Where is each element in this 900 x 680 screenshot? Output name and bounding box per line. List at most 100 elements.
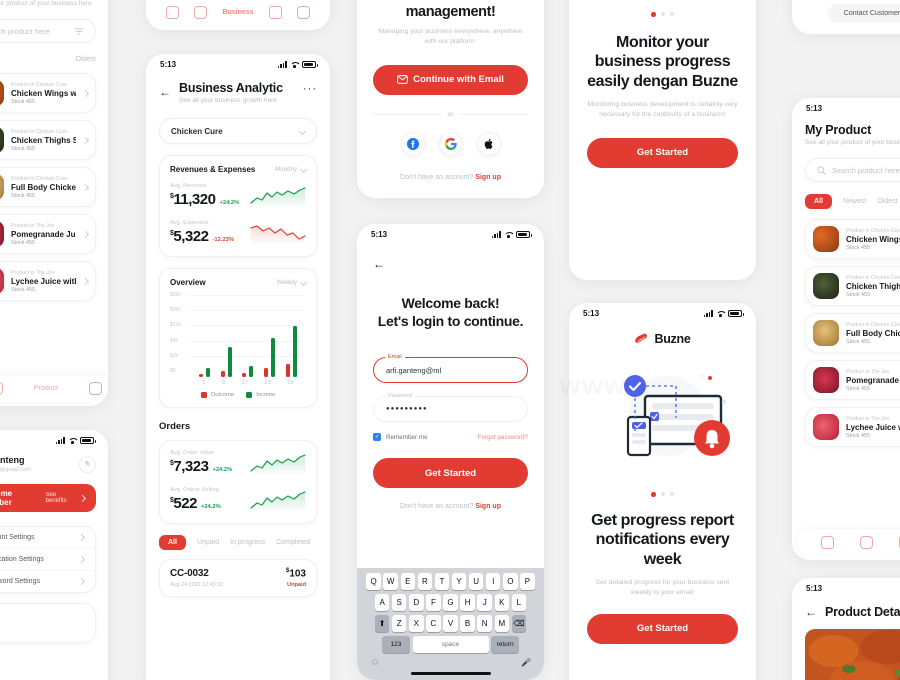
tab-oldest[interactable]: Oldest bbox=[76, 56, 96, 63]
key-j[interactable]: J bbox=[477, 594, 492, 611]
product-tab-newest[interactable]: Newest bbox=[843, 198, 866, 205]
space-key[interactable]: space bbox=[412, 636, 489, 653]
product-list-item[interactable]: Product in Chicken CureFull Body Chicken… bbox=[0, 167, 96, 207]
key-o[interactable]: O bbox=[503, 573, 518, 590]
chevron-right-icon[interactable] bbox=[81, 277, 90, 285]
signup-link[interactable]: Sign up bbox=[475, 174, 501, 181]
search-input[interactable]: Search product here bbox=[0, 19, 96, 43]
login-signup-link[interactable]: Sign up bbox=[475, 503, 501, 510]
key-i[interactable]: I bbox=[485, 573, 501, 590]
nav-label-business[interactable]: Business bbox=[222, 9, 253, 16]
key-k[interactable]: K bbox=[494, 594, 510, 611]
briefcase-icon[interactable] bbox=[0, 382, 3, 395]
get-started-button[interactable]: Get Started bbox=[587, 137, 738, 168]
order-tab-all[interactable]: All bbox=[159, 535, 186, 550]
key-f[interactable]: F bbox=[426, 594, 441, 611]
key-e[interactable]: E bbox=[400, 573, 416, 590]
key-u[interactable]: U bbox=[468, 573, 484, 590]
revenue-period-dropdown[interactable]: Monthly bbox=[275, 165, 308, 174]
remember-me-checkbox[interactable]: ✓ Remember me bbox=[373, 433, 428, 441]
search-input[interactable]: Search product here bbox=[805, 158, 900, 182]
get-started-button[interactable]: Get Started bbox=[587, 613, 738, 644]
virtual-keyboard[interactable]: QWERTYUIOP ASDFGHJKL ⬆ ZXCVBNM ⌫ 123 spa… bbox=[357, 568, 544, 680]
product-list-item[interactable]: Product in Chicken CureFull Body Chicken… bbox=[805, 313, 900, 353]
product-list-item[interactable]: Product in Chicken CureChicken Thighs So… bbox=[805, 266, 900, 306]
business-selector[interactable]: Chicken Cure bbox=[159, 118, 317, 144]
product-list-item[interactable]: Product in The JosLychee Juice with Oran… bbox=[805, 407, 900, 447]
backspace-key[interactable]: ⌫ bbox=[511, 615, 527, 632]
product-tabs[interactable]: Oldest bbox=[0, 56, 96, 63]
member-banner[interactable]: Become Member See benefits bbox=[0, 484, 96, 512]
apple-icon[interactable] bbox=[476, 131, 501, 156]
order-tab-completed[interactable]: Completed bbox=[276, 539, 310, 546]
key-q[interactable]: Q bbox=[366, 573, 381, 590]
analytics-icon[interactable] bbox=[194, 6, 208, 19]
key-r[interactable]: R bbox=[417, 573, 433, 590]
keyboard-row-1[interactable]: QWERTYUIOP bbox=[360, 573, 541, 590]
product-tab-all[interactable]: All bbox=[805, 194, 832, 209]
edit-icon[interactable]: ✎ bbox=[79, 455, 96, 473]
social-login-row[interactable] bbox=[373, 131, 528, 156]
product-list-item[interactable]: Product in The JosLychee Juice with Oran… bbox=[0, 261, 96, 301]
chevron-right-icon[interactable] bbox=[77, 577, 86, 586]
profile-icon[interactable] bbox=[89, 382, 103, 395]
top-nav[interactable]: Business bbox=[146, 0, 330, 25]
filter-icon[interactable] bbox=[74, 27, 84, 36]
key-n[interactable]: N bbox=[477, 615, 492, 632]
chevron-right-icon[interactable] bbox=[81, 89, 90, 97]
chevron-right-icon[interactable] bbox=[81, 136, 90, 144]
keyboard-row-2[interactable]: ASDFGHJKL bbox=[360, 594, 541, 611]
profile-icon[interactable] bbox=[297, 6, 311, 19]
order-tab-unpaid[interactable]: Unpaid bbox=[197, 539, 219, 546]
key-h[interactable]: H bbox=[460, 594, 475, 611]
key-l[interactable]: L bbox=[511, 594, 527, 611]
product-list-item[interactable]: Product in The JosPomegranade JuiceStock… bbox=[0, 214, 96, 254]
key-x[interactable]: X bbox=[409, 615, 424, 632]
product-tab-oldest[interactable]: Oldest bbox=[877, 198, 897, 205]
numbers-key[interactable]: 123 bbox=[381, 636, 410, 653]
pager-dot-2[interactable] bbox=[660, 492, 665, 496]
forgot-password-link[interactable]: Forgot password? bbox=[478, 434, 528, 441]
login-submit-button[interactable]: Get Started bbox=[373, 458, 528, 488]
email-field[interactable]: Email arfi.ganteng@ml bbox=[373, 354, 528, 383]
pager-dot-1[interactable] bbox=[651, 492, 656, 497]
order-row[interactable]: CC-0032 Aug 24 2022 12:45:32 $103 Unpaid bbox=[159, 559, 317, 598]
home-icon[interactable] bbox=[821, 536, 835, 549]
key-t[interactable]: T bbox=[434, 573, 450, 590]
key-v[interactable]: V bbox=[443, 615, 458, 632]
mic-key[interactable]: 🎤 bbox=[521, 658, 531, 667]
key-d[interactable]: D bbox=[409, 594, 424, 611]
product-filter-tabs[interactable]: All Newest Oldest bbox=[805, 194, 900, 209]
back-button[interactable]: ← bbox=[373, 257, 385, 271]
chevron-right-icon[interactable] bbox=[77, 533, 86, 542]
keyboard-row-3[interactable]: ⬆ ZXCVBNM ⌫ bbox=[360, 615, 541, 632]
overview-period-dropdown[interactable]: Weekly bbox=[276, 278, 308, 287]
key-s[interactable]: S bbox=[391, 594, 407, 611]
more-options-button[interactable]: ··· bbox=[303, 84, 317, 95]
analytics-icon[interactable] bbox=[860, 536, 874, 549]
product-list-item[interactable]: Product in Chicken CureChicken Thighs So… bbox=[0, 120, 96, 160]
order-tab-in-progress[interactable]: In progress bbox=[230, 539, 265, 546]
key-y[interactable]: Y bbox=[451, 573, 467, 590]
chevron-right-icon[interactable] bbox=[81, 230, 90, 238]
return-key[interactable]: return bbox=[491, 636, 520, 653]
key-g[interactable]: G bbox=[443, 594, 458, 611]
onboarding-pager[interactable] bbox=[587, 492, 738, 497]
bottom-nav[interactable]: Product bbox=[0, 375, 108, 402]
continue-with-email-button[interactable]: Continue with Email bbox=[373, 64, 528, 95]
back-button[interactable]: ← bbox=[159, 86, 171, 98]
keyboard-row-4[interactable]: 123 space return bbox=[360, 636, 541, 653]
key-z[interactable]: Z bbox=[391, 615, 407, 632]
key-a[interactable]: A bbox=[374, 594, 390, 611]
contact-customer-button[interactable]: Contact Customer bbox=[827, 4, 900, 23]
bottom-nav[interactable]: P bbox=[798, 529, 900, 556]
chevron-right-icon[interactable] bbox=[81, 183, 90, 191]
pager-dot-3[interactable] bbox=[669, 492, 674, 496]
password-field[interactable]: Password ●●●●●●●●● bbox=[373, 393, 528, 422]
key-m[interactable]: M bbox=[494, 615, 510, 632]
nav-label-product[interactable]: Product bbox=[34, 385, 58, 392]
chevron-right-icon[interactable] bbox=[77, 555, 86, 564]
key-c[interactable]: C bbox=[426, 615, 441, 632]
home-icon[interactable] bbox=[165, 6, 179, 19]
product-list-item[interactable]: Product in Chicken CureChicken Wings wit… bbox=[805, 219, 900, 259]
